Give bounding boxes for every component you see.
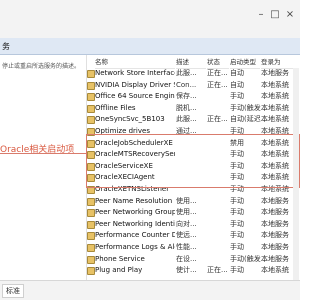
- services-window: – □ × 务 停止或重启所选服务的描述。 名称 描述 状态 启动类型 登录为 …: [0, 0, 300, 300]
- header-label: 务: [2, 42, 10, 51]
- service-description: 性能...: [176, 243, 197, 251]
- service-status: 正在...: [207, 266, 228, 275]
- service-status: 正在...: [207, 115, 228, 124]
- bottom-bar: 标准: [0, 280, 300, 300]
- service-row[interactable]: NVIDIA Display Driver Se...Con... 正在...自动…: [86, 80, 300, 90]
- service-startup-type: 手动(触发...: [230, 103, 268, 112]
- service-name: Performance Logs & Aler...: [95, 243, 175, 251]
- service-status: 正在...: [207, 80, 228, 89]
- service-gear-icon: [87, 244, 95, 252]
- service-gear-icon: [87, 232, 95, 241]
- service-name: Office 64 Source Engine: [95, 92, 175, 101]
- service-name: OneSyncSvc_5B103: [95, 115, 165, 124]
- service-name: Network Store Interface ...: [95, 69, 175, 77]
- service-row[interactable]: Peer Networking Groupi...使用...手动本地服务: [86, 207, 300, 218]
- service-description: 脱机...: [176, 103, 197, 112]
- service-name: Offline Files: [95, 103, 136, 112]
- service-startup-type: 自动: [230, 69, 244, 77]
- service-name: Peer Networking Groupi...: [95, 208, 175, 217]
- service-description: 使用...: [176, 196, 197, 205]
- service-description: 使计...: [176, 266, 197, 275]
- service-gear-icon: [87, 116, 95, 125]
- service-startup-type: 自动(延迟...: [230, 115, 268, 124]
- service-gear-icon: [87, 267, 95, 276]
- service-gear-icon: [87, 197, 95, 206]
- service-gear-icon: [87, 81, 95, 90]
- maximize-icon[interactable]: □: [270, 10, 280, 20]
- service-startup-type: 手动(触发...: [230, 254, 268, 263]
- service-gear-icon: [87, 93, 95, 102]
- service-row[interactable]: Offline Files 脱机... 手动(触发... 本地系统: [86, 103, 300, 113]
- service-name: Phone Service: [95, 254, 145, 263]
- service-name: Peer Networking Identity...: [95, 219, 175, 228]
- service-description: Con...: [176, 80, 197, 89]
- close-icon[interactable]: ×: [285, 10, 295, 20]
- service-description: 使远...: [176, 231, 197, 240]
- service-name: Plug and Play: [95, 266, 143, 275]
- service-row[interactable]: Plug and Play 使计... 正在... 手动 本地系统: [86, 265, 300, 276]
- service-row[interactable]: Peer Networking Identity...向对...手动本地服务: [86, 219, 300, 229]
- title-bar: – □ ×: [0, 0, 300, 39]
- service-startup-type: 手动: [230, 266, 244, 275]
- services-header: 务: [0, 38, 300, 55]
- service-row[interactable]: Performance Counter DL...使远...手动本地服务: [86, 230, 300, 241]
- service-name: NVIDIA Display Driver Se...: [95, 80, 175, 89]
- service-startup-type: 手动: [230, 196, 244, 205]
- service-row[interactable]: Phone Service 在设... 手动(触发... 本地服务: [86, 254, 300, 264]
- service-name: Peer Name Resolution Pr...: [95, 196, 175, 205]
- service-description: 保存...: [176, 92, 197, 101]
- service-startup-type: 手动: [230, 243, 244, 251]
- service-startup-type: 手动: [230, 92, 244, 101]
- service-gear-icon: [87, 104, 95, 113]
- service-gear-icon: [87, 220, 95, 229]
- service-gear-icon: [87, 70, 95, 78]
- pane-description: 停止或重启所选服务的描述。: [2, 63, 81, 70]
- service-row[interactable]: Peer Name Resolution Pr...使用...手动本地服务: [86, 196, 300, 206]
- service-startup-type: 自动: [230, 80, 244, 89]
- service-description: 向对...: [176, 219, 197, 228]
- service-row[interactable]: OneSyncSvc_5B103 此服... 正在... 自动(延迟... 本地系统: [86, 114, 300, 125]
- service-row[interactable]: Network Store Interface ...此服...正在...自动本…: [86, 68, 300, 78]
- service-startup-type: 手动: [230, 231, 244, 240]
- scrollbar[interactable]: [293, 68, 299, 280]
- service-description: 使用...: [176, 208, 197, 217]
- service-row[interactable]: Office 64 Source Engine 保存... 手动 本地系统: [86, 91, 300, 102]
- tab-standard[interactable]: 标准: [2, 284, 24, 298]
- service-description: 此服...: [176, 115, 197, 124]
- oracle-annotation: Oracle相关启动项: [0, 145, 75, 155]
- service-description: 在设...: [176, 254, 197, 263]
- service-status: 正在...: [207, 69, 228, 77]
- service-gear-icon: [87, 209, 95, 218]
- service-row[interactable]: Performance Logs & Aler...性能...手动本地服务: [86, 242, 300, 252]
- service-name: Performance Counter DL...: [95, 231, 175, 240]
- service-description-pane: 停止或重启所选服务的描述。: [0, 55, 87, 287]
- minimize-icon[interactable]: –: [256, 10, 266, 20]
- service-startup-type: 手动: [230, 219, 244, 228]
- service-gear-icon: [87, 255, 95, 264]
- service-startup-type: 手动: [230, 208, 244, 217]
- service-description: 此服...: [176, 69, 197, 77]
